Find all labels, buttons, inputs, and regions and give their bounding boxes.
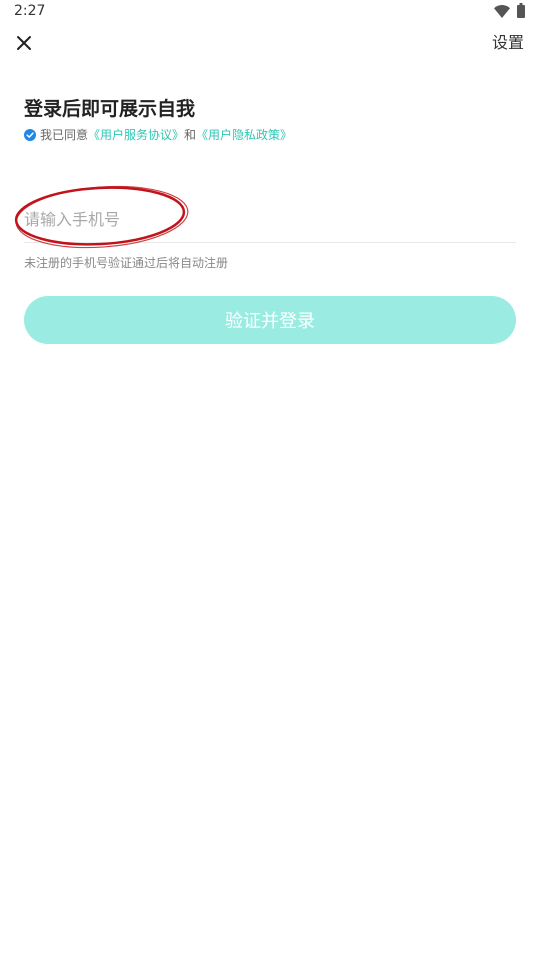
close-icon (17, 36, 31, 50)
close-button[interactable] (12, 30, 36, 56)
login-screen: 2:27 设置 登录后即可展示自我 我已同意 《用户服务协议》 和 《用户隐私政… (0, 0, 540, 960)
user-privacy-policy-link[interactable]: 《用户隐私政策》 (196, 125, 292, 145)
status-bar: 2:27 (0, 0, 540, 24)
status-time: 2:27 (14, 3, 46, 19)
user-service-agreement-link[interactable]: 《用户服务协议》 (88, 125, 184, 145)
wifi-icon (494, 5, 510, 18)
agreement-row: 我已同意 《用户服务协议》 和 《用户隐私政策》 (24, 125, 292, 145)
agreement-prefix: 我已同意 (40, 128, 89, 142)
phone-input[interactable] (24, 198, 516, 240)
agreement-conjunction: 和 (184, 128, 197, 142)
verify-login-button[interactable]: 验证并登录 (24, 296, 516, 344)
battery-icon (517, 3, 525, 18)
agreement-check-icon[interactable] (24, 129, 36, 141)
input-divider (24, 242, 516, 243)
page-title: 登录后即可展示自我 (24, 98, 196, 120)
settings-button[interactable]: 设置 (492, 31, 524, 55)
auto-register-hint: 未注册的手机号验证通过后将自动注册 (24, 256, 229, 270)
